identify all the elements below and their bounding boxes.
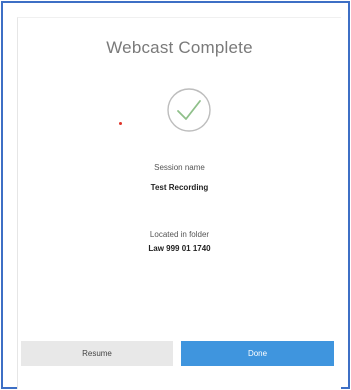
- checkmark-circle-icon: [165, 86, 213, 134]
- dialog-title: Webcast Complete: [106, 38, 253, 57]
- resume-button[interactable]: Resume: [21, 341, 173, 366]
- window-frame: Webcast Complete Session name Test Recor…: [1, 1, 350, 389]
- marker-dot: [119, 122, 122, 125]
- folder-label: Located in folder: [149, 230, 210, 239]
- done-button[interactable]: Done: [181, 341, 334, 366]
- webcast-complete-dialog: Webcast Complete Session name Test Recor…: [17, 17, 341, 389]
- folder-value: Law 999 01 1740: [148, 244, 211, 253]
- session-name-value: Test Recording: [150, 183, 209, 192]
- session-name-label: Session name: [154, 163, 205, 172]
